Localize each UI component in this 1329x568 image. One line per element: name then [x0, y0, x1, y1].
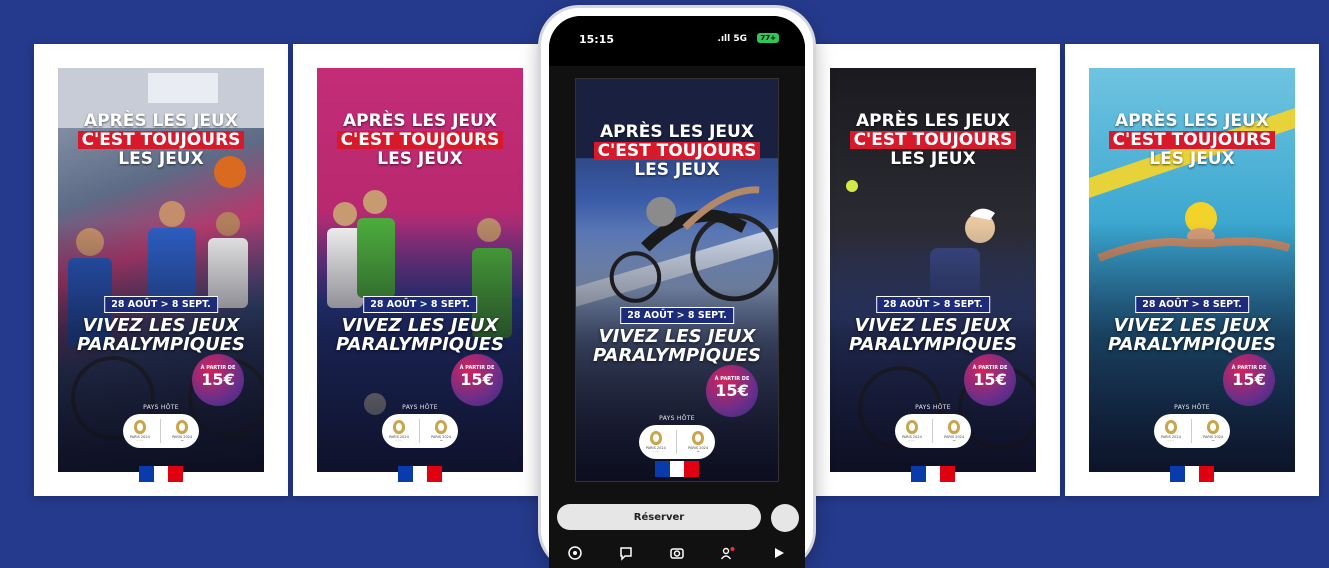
french-flag-logo [1170, 466, 1215, 482]
price-badge: À PARTIR DE 15€ [192, 354, 244, 406]
host-country-label: PAYS HÔTE [143, 404, 179, 411]
headline: APRÈS LES JEUX C'EST TOUJOURS LES JEUX [317, 112, 523, 168]
host-country-label: PAYS HÔTE [402, 404, 438, 411]
event-dates: 28 AOÛT > 8 SEPT. [620, 307, 734, 324]
play-icon[interactable] [768, 542, 790, 564]
paralympic-logo: PARIS 2024 ~ [1200, 418, 1226, 444]
paris-2024-logos: PARIS 2024 ◦◦◦ PARIS 2024 ~ [1154, 414, 1230, 448]
french-flag-logo [139, 466, 184, 482]
signal-indicator: .ıll 5G [717, 34, 747, 44]
poster-swimming: APRÈS LES JEUX C'EST TOUJOURS LES JEUX 2… [1089, 68, 1295, 472]
price-badge: À PARTIR DE 15€ [1223, 354, 1275, 406]
ad-card-basketball[interactable]: APRÈS LES JEUX C'EST TOUJOURS LES JEUX 2… [34, 44, 288, 496]
paralympic-logo: PARIS 2024 ~ [169, 418, 195, 444]
paris-2024-logos: PARIS 2024 ◦◦◦ PARIS 2024 ~ [123, 414, 199, 448]
event-dates: 28 AOÛT > 8 SEPT. [104, 296, 218, 313]
poster-basketball: APRÈS LES JEUX C'EST TOUJOURS LES JEUX 2… [58, 68, 264, 472]
headline: APRÈS LES JEUX C'EST TOUJOURS LES JEUX [58, 112, 264, 168]
status-bar: 15:15 .ıll 5G 77+ [549, 16, 805, 66]
price-badge: À PARTIR DE 15€ [451, 354, 503, 406]
status-time: 15:15 [579, 33, 615, 46]
reserve-button[interactable]: Réserver [557, 504, 761, 530]
send-icon[interactable] [771, 504, 799, 532]
bottom-nav-bar [549, 538, 805, 568]
olympic-logo: PARIS 2024 ◦◦◦ [127, 418, 153, 444]
tagline: VIVEZ LES JEUX PARALYMPIQUES [849, 315, 1017, 355]
paris-2024-logos: PARIS 2024 ◦◦◦ PARIS 2024 ~ [639, 425, 715, 459]
chat-icon[interactable] [615, 542, 637, 564]
olympic-logo: PARIS 2024 ◦◦◦ [386, 418, 412, 444]
location-icon[interactable] [564, 542, 586, 564]
event-dates: 28 AOÛT > 8 SEPT. [363, 296, 477, 313]
paris-2024-logos: PARIS 2024 ◦◦◦ PARIS 2024 ~ [382, 414, 458, 448]
tagline: VIVEZ LES JEUX PARALYMPIQUES [1108, 315, 1276, 355]
poster-wheelchair-tennis: APRÈS LES JEUX C'EST TOUJOURS LES JEUX 2… [830, 68, 1036, 472]
headline: APRÈS LES JEUX C'EST TOUJOURS LES JEUX [576, 123, 778, 179]
paralympic-logo: PARIS 2024 ~ [685, 429, 711, 455]
story-ad-wheelchair-racing[interactable]: APRÈS LES JEUX C'EST TOUJOURS LES JEUX 2… [575, 78, 779, 482]
host-country-label: PAYS HÔTE [915, 404, 951, 411]
poster-blind-football: APRÈS LES JEUX C'EST TOUJOURS LES JEUX 2… [317, 68, 523, 472]
friends-icon[interactable] [717, 542, 739, 564]
olympic-logo: PARIS 2024 ◦◦◦ [899, 418, 925, 444]
paris-2024-logos: PARIS 2024 ◦◦◦ PARIS 2024 ~ [895, 414, 971, 448]
tagline: VIVEZ LES JEUX PARALYMPIQUES [593, 326, 761, 366]
ad-card-blind-football[interactable]: APRÈS LES JEUX C'EST TOUJOURS LES JEUX 2… [293, 44, 547, 496]
olympic-logo: PARIS 2024 ◦◦◦ [1158, 418, 1184, 444]
phone-mockup: 15:15 .ıll 5G 77+ APRÈS LES JEUX C'EST T… [541, 8, 813, 568]
french-flag-logo [398, 466, 443, 482]
host-country-label: PAYS HÔTE [1174, 404, 1210, 411]
headline: APRÈS LES JEUX C'EST TOUJOURS LES JEUX [830, 112, 1036, 168]
paralympic-logo: PARIS 2024 ~ [941, 418, 967, 444]
french-flag-logo [911, 466, 956, 482]
event-dates: 28 AOÛT > 8 SEPT. [1135, 296, 1249, 313]
host-country-label: PAYS HÔTE [659, 415, 695, 422]
ad-card-wheelchair-tennis[interactable]: APRÈS LES JEUX C'EST TOUJOURS LES JEUX 2… [806, 44, 1060, 496]
paralympic-logo: PARIS 2024 ~ [428, 418, 454, 444]
phone-screen: 15:15 .ıll 5G 77+ APRÈS LES JEUX C'EST T… [549, 16, 805, 568]
price-badge: À PARTIR DE 15€ [706, 365, 758, 417]
price-badge: À PARTIR DE 15€ [964, 354, 1016, 406]
french-flag-logo [655, 461, 700, 477]
ad-card-swimming[interactable]: APRÈS LES JEUX C'EST TOUJOURS LES JEUX 2… [1065, 44, 1319, 496]
headline: APRÈS LES JEUX C'EST TOUJOURS LES JEUX [1089, 112, 1295, 168]
event-dates: 28 AOÛT > 8 SEPT. [876, 296, 990, 313]
camera-icon[interactable] [666, 542, 688, 564]
battery-indicator: 77+ [757, 33, 779, 43]
olympic-logo: PARIS 2024 ◦◦◦ [643, 429, 669, 455]
tagline: VIVEZ LES JEUX PARALYMPIQUES [336, 315, 504, 355]
tagline: VIVEZ LES JEUX PARALYMPIQUES [77, 315, 245, 355]
